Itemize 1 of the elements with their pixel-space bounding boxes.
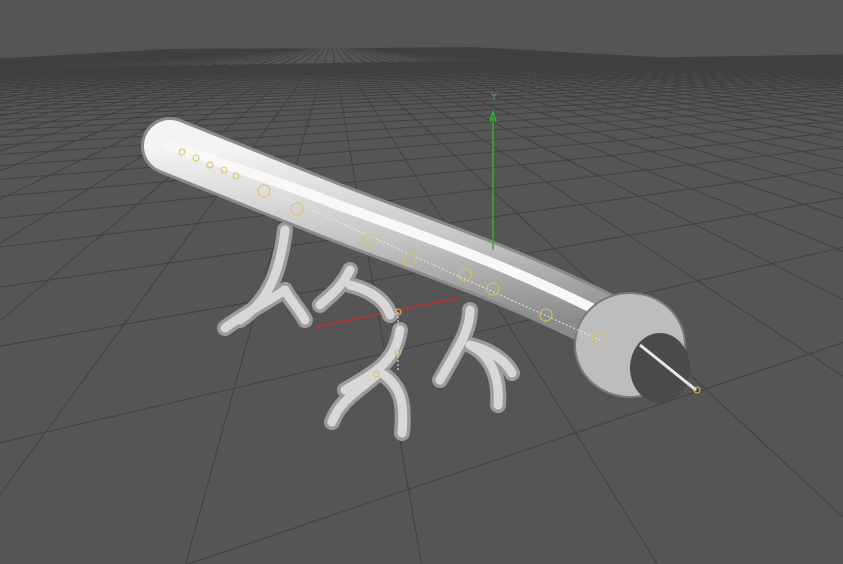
axis-label: Y (490, 92, 498, 103)
